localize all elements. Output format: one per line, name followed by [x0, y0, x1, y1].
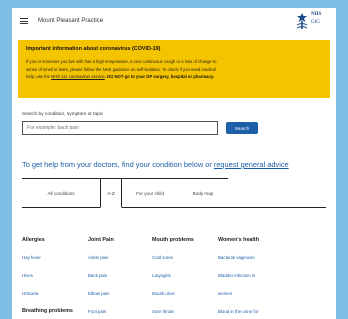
practice-name[interactable]: Mount Pleasant Practice	[38, 18, 103, 24]
search-label: Search by condition, symptom or topic	[22, 112, 104, 117]
condition-link[interactable]: Hay fever	[22, 255, 90, 273]
condition-link[interactable]: Cold sores	[152, 255, 220, 273]
logo-text-gig: GIG	[311, 20, 320, 25]
logo-text-nhs: NHS	[311, 12, 322, 17]
tab-label: All conditions	[47, 190, 75, 196]
category-column-allergies: Allergies Hay fever Hives Urticaria	[22, 237, 90, 309]
request-general-advice-link[interactable]: request general advice	[214, 160, 289, 169]
condition-link[interactable]: Bladder infection in	[218, 273, 298, 291]
condition-link[interactable]: Ankle pain	[88, 255, 156, 273]
covid-alert-banner: Important information about coronavirus …	[18, 40, 330, 98]
category-column-womens-health: Women's health Bacterial vaginosis Bladd…	[218, 237, 298, 319]
condition-link[interactable]: Blood in the urine for	[218, 309, 298, 319]
condition-link[interactable]: women	[218, 291, 298, 309]
tab-label: For your child	[136, 190, 164, 196]
category-heading: Mouth problems	[152, 237, 194, 243]
condition-link[interactable]: Elbow pain	[88, 291, 156, 309]
search-row: Search	[22, 121, 326, 135]
tab-body-map[interactable]: Body map	[178, 178, 228, 208]
condition-link[interactable]: Laryngitis	[152, 273, 220, 291]
alert-line-1: If you or someone you live with has a hi…	[26, 59, 217, 64]
tab-all-conditions[interactable]: All conditions	[22, 178, 100, 208]
alert-line-3: help, use the NHS 111 coronavirus servic…	[26, 73, 322, 81]
condition-link[interactable]: Hives	[22, 273, 90, 291]
alert-line-3-prefix: help, use the	[26, 74, 52, 79]
category-heading-breathing-problems: Breathing problems	[22, 308, 73, 314]
alert-line-2: sense of smell or taste, please follow t…	[26, 66, 216, 72]
nhs-111-link[interactable]: NHS 111 coronavirus service	[51, 74, 105, 79]
category-heading: Allergies	[22, 237, 45, 243]
tab-label: A-Z	[107, 190, 115, 196]
category-column-mouth-problems: Mouth problems Cold sores Laryngitis Mou…	[152, 237, 220, 319]
nhs-emblem-icon	[296, 13, 308, 29]
nhs-logo: NHS GIG	[294, 11, 328, 31]
page-container: Mount Pleasant Practice NHS GIG Importan…	[12, 8, 336, 319]
alert-line-3-warning: . DO NOT go to your GP surgery, hospital…	[104, 74, 214, 79]
condition-link[interactable]: Urticaria	[22, 291, 90, 309]
condition-tabs: All conditions A-Z For your child Body m…	[22, 178, 326, 208]
tab-label: Body map	[192, 190, 214, 196]
alert-body: If you or someone you live with has a hi…	[26, 58, 322, 81]
condition-link[interactable]: Sore throat	[152, 309, 220, 319]
help-text: To get help from your doctors, find your…	[22, 160, 326, 169]
help-text-prefix: To get help from your doctors, find your…	[22, 160, 214, 169]
category-column-joint-pain: Joint Pain Ankle pain Back pain Elbow pa…	[88, 237, 156, 319]
site-header: Mount Pleasant Practice NHS GIG	[12, 8, 336, 34]
tab-a-z[interactable]: A-Z	[100, 178, 122, 208]
condition-link[interactable]: Bacterial vaginosis	[218, 255, 298, 273]
search-input[interactable]	[22, 121, 218, 135]
alert-title: Important information about coronavirus …	[26, 46, 161, 52]
category-heading: Joint Pain	[88, 237, 114, 243]
category-heading: Women's health	[218, 237, 260, 243]
condition-link[interactable]: Foot pain	[88, 309, 156, 319]
search-button[interactable]: Search	[226, 122, 258, 134]
tab-for-your-child[interactable]: For your child	[122, 178, 178, 208]
search-section: Search by condition, symptom or topic Se…	[12, 98, 336, 135]
hamburger-menu-icon[interactable]	[20, 18, 28, 24]
condition-link[interactable]: Back pain	[88, 273, 156, 291]
condition-link[interactable]: Mouth ulcer	[152, 291, 220, 309]
